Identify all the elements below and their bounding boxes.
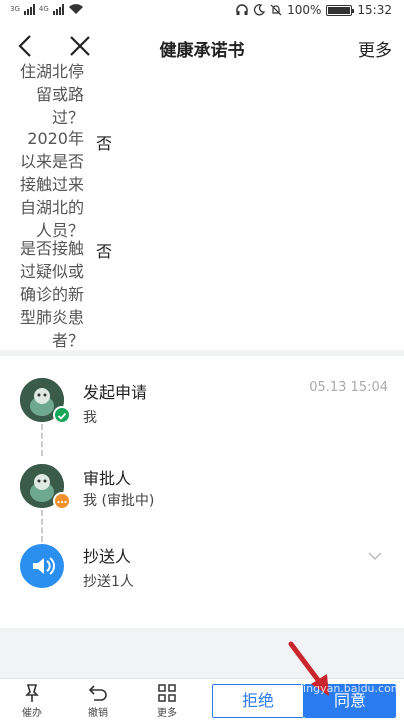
page-title: 健康承诺书 xyxy=(159,41,245,61)
question-line: 过疑似或 xyxy=(19,262,84,281)
battery-percent: 100% xyxy=(287,3,322,17)
health-form: 住湖北停 留或路 过？ 2020年 以来是否 接触过来 自湖北的 人员？ 否 是… xyxy=(0,60,404,350)
reject-button[interactable]: 拒绝 xyxy=(212,684,304,718)
more-button[interactable]: 更多 xyxy=(358,36,392,61)
form-question-3: 是否接触 过疑似或 确诊的新 型肺炎患 者？ xyxy=(0,237,84,350)
undo-icon xyxy=(88,685,107,701)
step-subtitle-cc: 抄送1人 xyxy=(83,574,134,590)
pin-icon xyxy=(25,684,39,702)
form-question-2: 2020年 以来是否 接触过来 自湖北的 人员？ xyxy=(0,127,84,242)
chevron-down-icon[interactable] xyxy=(368,551,382,561)
flow-connector xyxy=(41,424,43,456)
step-subtitle-initiator: 我 xyxy=(83,410,97,426)
agree-button[interactable]: 同意 xyxy=(304,684,396,718)
step-title-initiator: 发起申请 xyxy=(83,383,148,402)
moon-icon xyxy=(254,4,266,16)
urge-label: 催办 xyxy=(22,708,42,719)
grid-icon xyxy=(158,684,176,702)
question-line: 自湖北的 xyxy=(19,198,84,217)
more-tools-button[interactable]: 更多 xyxy=(145,683,189,719)
question-line: 确诊的新 xyxy=(19,285,84,304)
step-title-approver: 审批人 xyxy=(83,469,132,488)
question-line: 者？ xyxy=(51,331,84,350)
step-time: 05.13 15:04 xyxy=(309,380,388,395)
question-line: 以来是否 xyxy=(19,152,84,171)
step-subtitle-approver: 我 (审批中) xyxy=(83,493,155,509)
headphones-icon xyxy=(236,4,248,15)
form-answer-3: 否 xyxy=(96,242,113,261)
bottom-spacer xyxy=(0,628,404,678)
step-title-cc: 抄送人 xyxy=(83,547,132,566)
wifi-icon xyxy=(68,4,83,14)
cellular-signal-icon xyxy=(23,3,35,15)
flow-connector xyxy=(41,510,43,542)
revoke-label: 撤销 xyxy=(88,708,108,719)
status-time: 15:32 xyxy=(357,3,392,17)
signal-label-1: 3G xyxy=(10,5,20,13)
question-line: 过？ xyxy=(51,108,84,127)
question-line: 接触过来 xyxy=(19,175,84,194)
urge-button[interactable]: 催办 xyxy=(10,683,54,719)
question-line: 2020年 xyxy=(27,129,84,148)
revoke-button[interactable]: 撤销 xyxy=(76,683,120,719)
battery-icon xyxy=(326,4,355,16)
form-answer-2: 否 xyxy=(96,134,113,153)
pending-dots-icon xyxy=(53,492,71,510)
mute-bell-icon xyxy=(270,4,282,16)
speaker-icon xyxy=(20,544,64,588)
status-bar: 3G 4G 100% 15:32 xyxy=(0,0,404,22)
question-line: 留或路 xyxy=(35,85,84,104)
cellular-signal-icon-2 xyxy=(52,3,64,15)
question-line: 是否接触 xyxy=(19,239,84,258)
question-line: 型肺炎患 xyxy=(19,308,84,327)
bottom-action-bar: 催办 撤销 更多 拒绝 同意 xyxy=(0,678,404,726)
question-line: 住湖北停 xyxy=(19,62,84,81)
more-tools-label: 更多 xyxy=(157,708,177,719)
signal-label-2: 4G xyxy=(38,5,49,13)
approved-check-icon xyxy=(53,406,71,424)
form-question-1: 住湖北停 留或路 过？ xyxy=(0,60,84,129)
approval-flow: 发起申请 我 05.13 15:04 审批人 我 (审批中) 抄送人 抄送1人 xyxy=(0,356,404,628)
